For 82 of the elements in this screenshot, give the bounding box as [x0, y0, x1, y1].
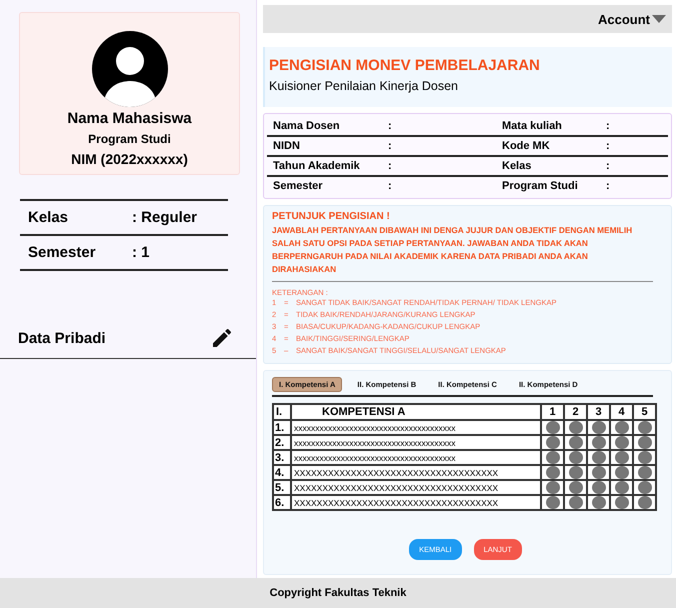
page-title: PENGISIAN MONEV PEMBELAJARAN [269, 57, 541, 74]
rating-option[interactable] [592, 451, 606, 464]
question-text: xxxxxxxxxxxxxxxxxxxxxxxxxxxxxxxxxxxxxx [291, 435, 541, 450]
rating-option[interactable] [592, 496, 606, 509]
info-label: Kode MK [502, 140, 551, 152]
row-number: 1. [273, 420, 291, 435]
rating-option[interactable] [568, 496, 582, 509]
rating-option[interactable] [568, 481, 582, 494]
rating-option[interactable] [614, 421, 628, 434]
row-number: 5. [273, 480, 291, 495]
avatar-icon [92, 31, 168, 107]
rating-option[interactable] [568, 466, 582, 479]
table-header: 1 [541, 404, 564, 420]
student-name: Nama Mahasiswa [67, 110, 192, 127]
rating-option[interactable] [638, 481, 652, 494]
info-value: : Reguler [132, 209, 198, 226]
rating-option[interactable] [614, 496, 628, 509]
rating-option[interactable] [546, 466, 560, 479]
table-header: KOMPETENSI A [291, 404, 541, 420]
rating-option[interactable] [638, 466, 652, 479]
pencil-icon[interactable] [210, 326, 234, 350]
info-label: Program Studi [502, 180, 579, 192]
page-subtitle: Kuisioner Penilaian Kinerja Dosen [269, 79, 460, 93]
caret-icon [652, 15, 666, 23]
student-id: NIM (2022xxxxxx) [71, 151, 188, 167]
rating-option[interactable] [546, 451, 560, 464]
table-header: 3 [587, 404, 610, 420]
info-label: Mata kuliah [502, 120, 563, 132]
question-text: XXXXXXXXXXXXXXXXXXXXXXXXXXXXXXXXXXXX [291, 480, 541, 495]
rating-option[interactable] [546, 481, 560, 494]
question-text: xxxxxxxxxxxxxxxxxxxxxxxxxxxxxxxxxxxxxx [291, 450, 541, 465]
info-separator: : [388, 140, 393, 152]
info-separator: : [606, 160, 610, 172]
study-program: Program Studi [88, 132, 171, 146]
info-label: NIDN [273, 140, 301, 152]
row-number: 3. [273, 450, 291, 465]
rating-option[interactable] [568, 451, 582, 464]
rating-option[interactable] [614, 466, 628, 479]
info-label: Semester [273, 180, 324, 192]
question-text: XXXXXXXXXXXXXXXXXXXXXXXXXXXXXXXXXXXX [291, 465, 541, 480]
row-number: 4. [273, 465, 291, 480]
personal-data-label: Data Pribadi [18, 330, 106, 346]
info-separator: : [388, 180, 393, 192]
instructions-title: PETUNJUK PENGISIAN ! [272, 211, 391, 222]
table-header: I. [273, 404, 291, 420]
info-label: Nama Dosen [273, 120, 341, 132]
table-header: 2 [564, 404, 587, 420]
rating-option[interactable] [614, 481, 628, 494]
account-menu[interactable]: Account [598, 12, 666, 26]
info-separator: : [388, 160, 393, 172]
rating-option[interactable] [592, 466, 606, 479]
question-text: xxxxxxxxxxxxxxxxxxxxxxxxxxxxxxxxxxxxxx [291, 420, 541, 435]
rating-option[interactable] [592, 421, 606, 434]
rating-option[interactable] [568, 421, 582, 434]
rating-option[interactable] [638, 451, 652, 464]
rating-option[interactable] [614, 451, 628, 464]
rating-option[interactable] [592, 436, 606, 449]
info-label: Semester [28, 244, 97, 261]
info-label: Tahun Akademik [273, 160, 361, 172]
instructions-text: JAWABLAH PERTANYAAN DIBAWAH INI DENGA JUJUR DAN OBJEKTIF DENGAN MEMILIH SALAH SATU OPSI PADA SETIAP PERTANYAAN. JAWABAN ANDA TIDAK AKAN BERPERNGARUH PADA NILAI AKADEMIK KARENA DATA PRIBADI ANDA AKAN DIRAHASIAKAN [272, 224, 653, 282]
info-value: : 1 [132, 244, 150, 261]
info-separator: : [606, 120, 610, 132]
rating-option[interactable] [546, 421, 560, 434]
copyright-text: Copyright Fakultas Teknik [270, 587, 406, 599]
rating-option[interactable] [568, 436, 582, 449]
rating-option[interactable] [638, 421, 652, 434]
rating-option[interactable] [546, 496, 560, 509]
rating-option[interactable] [592, 481, 606, 494]
question-text: XXXXXXXXXXXXXXXXXXXXXXXXXXXXXXXXXXXX [291, 495, 541, 510]
row-number: 6. [273, 495, 291, 510]
rating-option[interactable] [614, 436, 628, 449]
info-label: Kelas [502, 160, 532, 172]
row-number: 2. [273, 435, 291, 450]
rating-option[interactable] [638, 436, 652, 449]
rating-option[interactable] [546, 436, 560, 449]
table-header: 4 [610, 404, 633, 420]
table-header: 5 [633, 404, 656, 420]
info-separator: : [388, 120, 393, 132]
info-label: Kelas [28, 209, 70, 226]
rating-option[interactable] [638, 496, 652, 509]
info-separator: : [606, 140, 610, 152]
info-separator: : [606, 180, 610, 192]
